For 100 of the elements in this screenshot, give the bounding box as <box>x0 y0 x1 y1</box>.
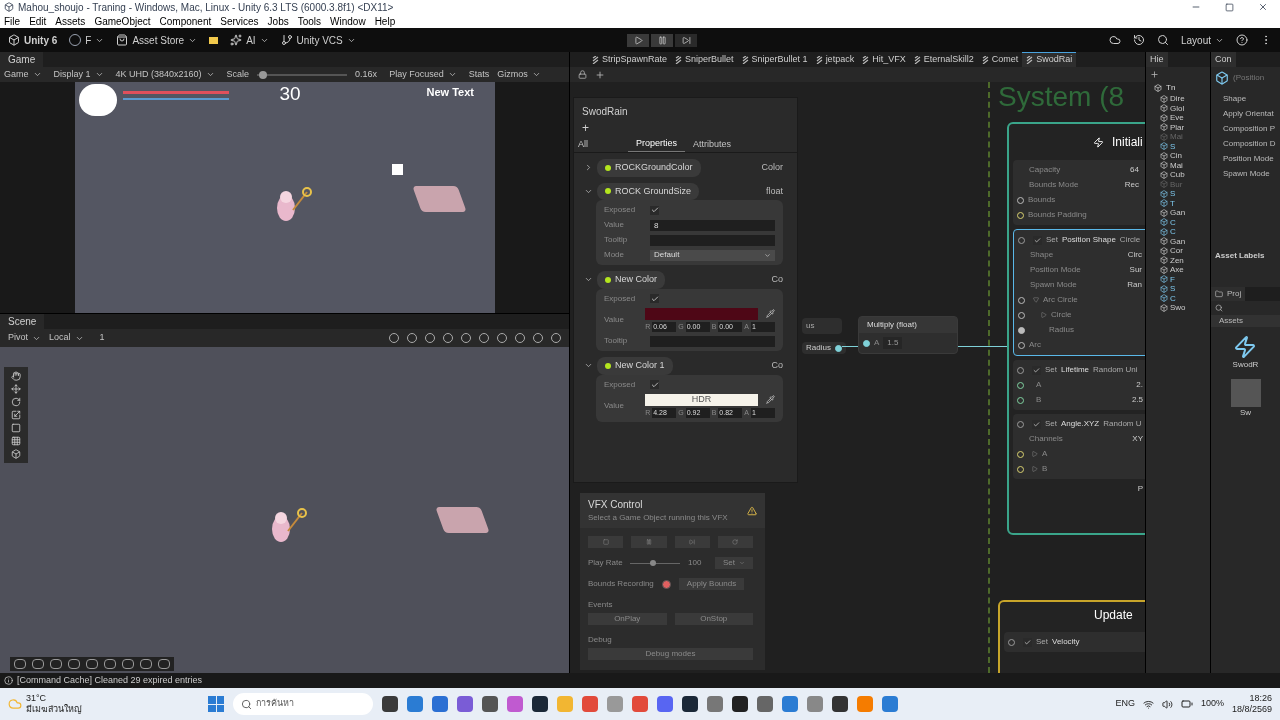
overlay-tool-icon[interactable] <box>68 659 80 669</box>
hierarchy-item[interactable]: S <box>1170 141 1176 151</box>
local-dropdown[interactable]: Local <box>49 331 84 345</box>
hierarchy-item[interactable]: Gan <box>1170 208 1186 218</box>
ai-button[interactable]: AI <box>230 32 269 48</box>
battery-icon[interactable] <box>1180 698 1193 710</box>
hierarchy-item[interactable]: Plar <box>1170 122 1185 132</box>
property-pill[interactable]: New Color <box>597 271 665 289</box>
hierarchy-item[interactable]: Glol <box>1170 103 1185 113</box>
scale-slider[interactable] <box>257 70 348 79</box>
menu-item[interactable]: Edit <box>29 13 47 29</box>
view-dropdown[interactable]: Display 1 <box>53 67 108 82</box>
mode-dropdown[interactable]: Default <box>650 249 775 261</box>
taskbar-app-icon[interactable] <box>482 696 498 712</box>
menu-item[interactable]: Tools <box>297 13 322 29</box>
hierarchy-item[interactable]: Mai <box>1170 160 1183 170</box>
view-dropdown[interactable]: 4K UHD (3840x2160) <box>115 67 219 82</box>
eyedropper-icon[interactable] <box>766 395 775 404</box>
overlay-tool-icon[interactable] <box>32 659 44 669</box>
slider-thumb[interactable] <box>649 560 656 566</box>
hierarchy-item[interactable]: C <box>1170 227 1176 237</box>
hierarchy-item[interactable]: S <box>1170 284 1176 294</box>
menu-item[interactable]: GameObject <box>94 13 151 29</box>
blackboard-tab[interactable]: All <box>578 137 628 152</box>
scene-tool-icon[interactable] <box>11 410 21 420</box>
checkbox[interactable] <box>1032 365 1041 375</box>
scene-tool-icon[interactable] <box>11 423 21 433</box>
menu-item[interactable]: File <box>4 13 21 29</box>
property-pill[interactable]: ROCK GroundSize <box>597 182 700 200</box>
view-dropdown[interactable]: Game <box>4 67 46 82</box>
scene-tool-icon[interactable] <box>11 449 21 459</box>
overlay-tool-icon[interactable] <box>158 659 170 669</box>
search-field[interactable]: การค้นหา <box>233 693 373 715</box>
play-mode-dropdown[interactable]: Play Focused <box>385 67 461 82</box>
project-tab[interactable]: Proj <box>1211 287 1246 301</box>
taskbar-app-icon[interactable] <box>757 696 773 712</box>
overlay-tool-icon[interactable] <box>122 659 134 669</box>
graph-tab[interactable]: EternalSkill2 <box>909 52 978 67</box>
inbox-icon[interactable] <box>209 36 219 44</box>
gizmos-dropdown[interactable]: Gizmos <box>497 67 541 82</box>
block-node[interactable]: Set Angle.XYZ Random U Channels XY A B <box>1013 414 1145 479</box>
slider-thumb[interactable] <box>258 70 267 79</box>
port-icon[interactable] <box>863 339 870 347</box>
overlay-tool-icon[interactable] <box>86 659 98 669</box>
add-icon[interactable] <box>595 69 605 80</box>
hierarchy-item[interactable]: Dire <box>1170 94 1185 104</box>
checkbox[interactable] <box>650 294 659 303</box>
property-pill[interactable]: New Color 1 <box>597 357 673 375</box>
search-icon[interactable] <box>1215 304 1223 312</box>
overlay-tool-icon[interactable] <box>50 659 62 669</box>
checkbox[interactable] <box>650 380 659 389</box>
blackboard-tab[interactable]: Attributes <box>685 137 740 152</box>
menu-item[interactable]: Component <box>159 13 212 29</box>
graph-tab[interactable]: jetpack <box>811 52 859 67</box>
add-property-button[interactable]: + <box>574 119 597 137</box>
hierarchy-item[interactable]: F <box>1170 274 1175 284</box>
update-context[interactable]: Update Set Velocity <box>998 600 1145 673</box>
text-field[interactable] <box>650 234 775 246</box>
help-icon[interactable] <box>1236 34 1248 46</box>
scene-tool-icon[interactable] <box>11 397 21 407</box>
taskbar-app-icon[interactable] <box>832 696 848 712</box>
pause-button[interactable] <box>651 33 674 47</box>
scene-tool-icon[interactable] <box>11 371 21 381</box>
scene-tab[interactable]: Scene <box>0 314 45 329</box>
text-field[interactable] <box>650 335 775 347</box>
lightning-icon[interactable] <box>1233 335 1258 359</box>
checkbox[interactable] <box>1032 419 1041 429</box>
layout-button[interactable]: Layout <box>1180 32 1224 48</box>
scene-tool-icon[interactable] <box>11 384 21 394</box>
close-icon[interactable] <box>1258 2 1268 12</box>
taskbar-app-icon[interactable] <box>532 696 548 712</box>
graph-tab[interactable]: Comet <box>977 52 1023 67</box>
volume-icon[interactable] <box>1161 698 1173 710</box>
hierarchy-item[interactable]: Axe <box>1170 265 1184 275</box>
maximize-icon[interactable] <box>1225 2 1234 12</box>
initialize-context[interactable] <box>1007 122 1145 535</box>
overlay-tool-icon[interactable] <box>104 659 116 669</box>
wifi-icon[interactable] <box>1142 698 1154 710</box>
checkbox[interactable] <box>1033 235 1042 245</box>
start-icon[interactable] <box>208 696 224 712</box>
add-icon[interactable] <box>1150 70 1159 79</box>
hierarchy-item[interactable]: Cor <box>1170 246 1183 256</box>
overlay-tool-icon[interactable] <box>14 659 26 669</box>
graph-tab[interactable]: StripSpawnRate <box>588 52 672 67</box>
stats-toggle[interactable]: Stats <box>468 67 490 82</box>
port-icon[interactable] <box>834 344 842 352</box>
game-tab[interactable]: Game <box>0 52 44 67</box>
account-button[interactable]: Unity 6 <box>8 32 58 48</box>
hierarchy-item[interactable]: Swo <box>1170 303 1186 313</box>
parameter-node[interactable]: Radius <box>802 342 846 354</box>
asset-store-button[interactable]: Asset Store <box>116 32 198 48</box>
color-swatch[interactable] <box>645 307 758 320</box>
multiply-node[interactable]: Multiply (float) A 1.5 <box>858 316 958 354</box>
scene-tool-icon[interactable] <box>11 436 21 446</box>
text-field[interactable]: 8 <box>650 219 775 231</box>
hierarchy-item[interactable]: T <box>1170 198 1175 208</box>
taskbar-app-icon[interactable] <box>732 696 748 712</box>
user-button[interactable]: F <box>69 32 105 48</box>
search-icon[interactable] <box>1156 34 1169 46</box>
graph-tab[interactable]: Hit_VFX <box>858 52 910 67</box>
